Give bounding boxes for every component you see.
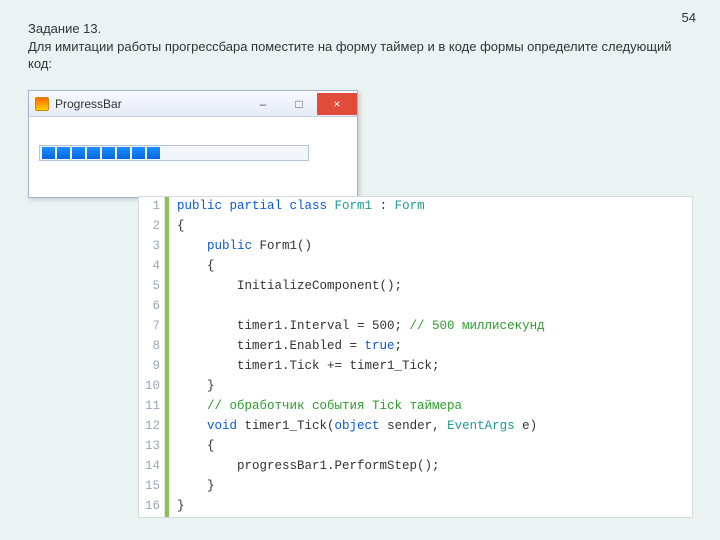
code-content[interactable]: { bbox=[169, 437, 692, 457]
line-number: 15 bbox=[139, 477, 165, 497]
progress-segment bbox=[147, 147, 160, 159]
line-number: 1 bbox=[139, 197, 165, 217]
code-line: 10 } bbox=[139, 377, 692, 397]
close-button[interactable]: × bbox=[317, 93, 357, 115]
progress-bar[interactable] bbox=[39, 145, 309, 161]
task-heading: Задание 13. bbox=[28, 21, 101, 36]
window-client-area bbox=[29, 117, 357, 197]
line-number: 11 bbox=[139, 397, 165, 417]
window-title: ProgressBar bbox=[55, 97, 245, 111]
window-titlebar[interactable]: ProgressBar – □ × bbox=[29, 91, 357, 117]
line-number: 4 bbox=[139, 257, 165, 277]
form-window: ProgressBar – □ × bbox=[28, 90, 358, 198]
line-number: 16 bbox=[139, 497, 165, 517]
code-line: 6 bbox=[139, 297, 692, 317]
code-content[interactable]: timer1.Enabled = true; bbox=[169, 337, 692, 357]
code-line: 2{ bbox=[139, 217, 692, 237]
line-number: 6 bbox=[139, 297, 165, 317]
code-line: 13 { bbox=[139, 437, 692, 457]
code-line: 7 timer1.Interval = 500; // 500 миллисек… bbox=[139, 317, 692, 337]
code-content[interactable]: } bbox=[169, 497, 692, 517]
line-number: 14 bbox=[139, 457, 165, 477]
line-number: 5 bbox=[139, 277, 165, 297]
minimize-button[interactable]: – bbox=[245, 93, 281, 115]
line-number: 9 bbox=[139, 357, 165, 377]
progress-segment bbox=[72, 147, 85, 159]
code-content[interactable]: } bbox=[169, 377, 692, 397]
maximize-button[interactable]: □ bbox=[281, 93, 317, 115]
code-line: 4 { bbox=[139, 257, 692, 277]
code-content[interactable]: { bbox=[169, 217, 692, 237]
code-line: 5 InitializeComponent(); bbox=[139, 277, 692, 297]
line-number: 10 bbox=[139, 377, 165, 397]
line-number: 3 bbox=[139, 237, 165, 257]
code-content[interactable]: { bbox=[169, 257, 692, 277]
code-content[interactable] bbox=[169, 297, 692, 317]
code-line: 15 } bbox=[139, 477, 692, 497]
progress-segment bbox=[132, 147, 145, 159]
progress-segment bbox=[42, 147, 55, 159]
line-number: 13 bbox=[139, 437, 165, 457]
code-line: 14 progressBar1.PerformStep(); bbox=[139, 457, 692, 477]
line-number: 2 bbox=[139, 217, 165, 237]
code-content[interactable]: // обработчик события Tick таймера bbox=[169, 397, 692, 417]
code-line: 9 timer1.Tick += timer1_Tick; bbox=[139, 357, 692, 377]
code-line: 3 public Form1() bbox=[139, 237, 692, 257]
task-body: Для имитации работы прогрессбара помести… bbox=[28, 39, 672, 72]
code-content[interactable]: timer1.Interval = 500; // 500 миллисекун… bbox=[169, 317, 692, 337]
code-content[interactable]: } bbox=[169, 477, 692, 497]
line-number: 8 bbox=[139, 337, 165, 357]
code-line: 11 // обработчик события Tick таймера bbox=[139, 397, 692, 417]
line-number: 7 bbox=[139, 317, 165, 337]
progress-segment bbox=[102, 147, 115, 159]
code-content[interactable]: timer1.Tick += timer1_Tick; bbox=[169, 357, 692, 377]
code-line: 12 void timer1_Tick(object sender, Event… bbox=[139, 417, 692, 437]
code-line: 8 timer1.Enabled = true; bbox=[139, 337, 692, 357]
code-line: 1public partial class Form1 : Form bbox=[139, 197, 692, 217]
code-editor: 1public partial class Form1 : Form2{3 pu… bbox=[138, 196, 693, 518]
app-icon bbox=[35, 97, 49, 111]
progress-segment bbox=[87, 147, 100, 159]
code-content[interactable]: InitializeComponent(); bbox=[169, 277, 692, 297]
code-content[interactable]: void timer1_Tick(object sender, EventArg… bbox=[169, 417, 692, 437]
code-line: 16} bbox=[139, 497, 692, 517]
code-content[interactable]: public Form1() bbox=[169, 237, 692, 257]
line-number: 12 bbox=[139, 417, 165, 437]
progress-segment bbox=[117, 147, 130, 159]
code-content[interactable]: progressBar1.PerformStep(); bbox=[169, 457, 692, 477]
page-number: 54 bbox=[682, 10, 696, 25]
progress-segment bbox=[57, 147, 70, 159]
code-content[interactable]: public partial class Form1 : Form bbox=[169, 197, 692, 217]
task-text: Задание 13. Для имитации работы прогресс… bbox=[28, 20, 678, 73]
